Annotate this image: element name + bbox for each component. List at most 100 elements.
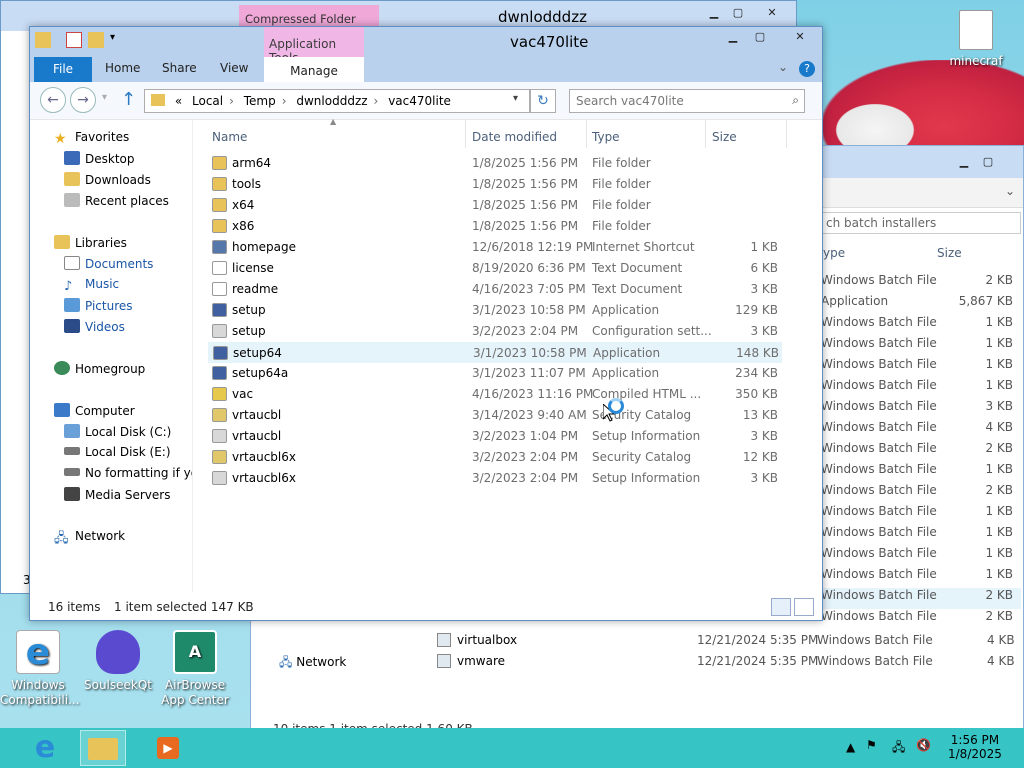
- column-divider[interactable]: [465, 120, 466, 148]
- list-item[interactable]: Windows Batch File 1 KB: [821, 546, 1021, 567]
- new-folder-icon[interactable]: [88, 32, 104, 48]
- file-row[interactable]: tools 1/8/2025 1:56 PM File folder: [208, 174, 782, 195]
- tab-view[interactable]: View: [220, 61, 248, 75]
- search-input[interactable]: ch batch installers: [821, 212, 1021, 234]
- column-header-date[interactable]: Date modified: [472, 130, 557, 144]
- nav-pictures[interactable]: Pictures: [64, 298, 133, 318]
- file-row[interactable]: license 8/19/2020 6:36 PM Text Document 6 K…: [208, 258, 782, 279]
- nav-network[interactable]: 🖧 Network: [279, 653, 346, 674]
- list-item[interactable]: Windows Batch File 1 KB: [821, 462, 1021, 483]
- tab-file[interactable]: File: [34, 57, 92, 82]
- nav-downloads[interactable]: Downloads: [64, 172, 151, 192]
- nav-disk-c[interactable]: Local Disk (C:): [64, 424, 171, 444]
- details-view-button[interactable]: [771, 598, 791, 616]
- minimize-button[interactable]: ▁: [720, 29, 746, 47]
- column-header-size[interactable]: Size: [712, 130, 737, 144]
- list-item[interactable]: Windows Batch File 1 KB: [821, 336, 1021, 357]
- list-item[interactable]: Windows Batch File 2 KB: [821, 609, 1021, 630]
- file-row[interactable]: vrtaucbl6x 3/2/2023 2:04 PM Setup Informat…: [208, 468, 782, 489]
- file-row[interactable]: vrtaucbl6x 3/2/2023 2:04 PM Security Catal…: [208, 447, 782, 468]
- desktop-icon-windows-compat[interactable]: e Windows Compatibili...: [0, 630, 79, 708]
- column-header-size[interactable]: Size: [937, 246, 962, 260]
- nav-videos[interactable]: Videos: [64, 319, 125, 339]
- column-header-type[interactable]: ype: [823, 246, 845, 260]
- show-hidden-icons-icon[interactable]: ▲: [846, 740, 855, 754]
- main-explorer-window[interactable]: ▾ Application Tools vac470lite ▁ ▢ ✕ Fil…: [29, 26, 823, 621]
- column-divider[interactable]: [786, 120, 787, 148]
- nav-documents[interactable]: Documents: [64, 256, 153, 276]
- breadcrumb-local[interactable]: Local: [192, 94, 223, 108]
- tab-share[interactable]: Share: [162, 61, 197, 75]
- desktop-icon-airbrowse[interactable]: A AirBrowse App Center: [157, 630, 233, 708]
- recent-locations-icon[interactable]: ▾: [102, 92, 107, 103]
- large-icons-view-button[interactable]: [794, 598, 814, 616]
- nav-computer[interactable]: Computer: [54, 403, 135, 423]
- column-header-name[interactable]: Name: [212, 130, 247, 144]
- chevron-down-icon[interactable]: ⌄: [778, 60, 788, 74]
- file-row[interactable]: arm64 1/8/2025 1:56 PM File folder: [208, 153, 782, 174]
- file-row[interactable]: x86 1/8/2025 1:56 PM File folder: [208, 216, 782, 237]
- nav-network[interactable]: 🖧 Network: [54, 529, 125, 549]
- nav-music[interactable]: ♪ Music: [64, 277, 119, 297]
- breadcrumb-vac470lite[interactable]: vac470lite: [388, 94, 451, 108]
- help-icon[interactable]: ?: [799, 61, 815, 77]
- desktop-icon-minecraft[interactable]: minecraf: [941, 10, 1011, 69]
- file-row[interactable]: setup 3/2/2023 2:04 PM Configuration sett.…: [208, 321, 782, 342]
- forward-button[interactable]: →: [70, 87, 96, 113]
- nav-libraries[interactable]: Libraries: [54, 235, 127, 255]
- ie-icon[interactable]: e: [22, 730, 68, 766]
- close-button[interactable]: ✕: [782, 29, 818, 47]
- nav-no-formatting[interactable]: No formatting if you: [64, 466, 192, 486]
- chevron-down-icon[interactable]: ▾: [110, 32, 126, 48]
- file-row[interactable]: vrtaucbl 3/2/2023 1:04 PM Setup Informatio…: [208, 426, 782, 447]
- chevron-down-icon[interactable]: ▾: [513, 93, 518, 104]
- nav-homegroup[interactable]: Homegroup: [54, 361, 145, 381]
- file-row[interactable]: x64 1/8/2025 1:56 PM File folder: [208, 195, 782, 216]
- refresh-button[interactable]: ↻: [530, 89, 556, 113]
- application-tools-tab[interactable]: Application Tools: [264, 27, 364, 65]
- file-explorer-taskbar-button[interactable]: [80, 730, 126, 766]
- maximize-button[interactable]: ▢: [975, 154, 1001, 172]
- chevron-down-icon[interactable]: ⌄: [1005, 184, 1015, 198]
- column-header-type[interactable]: Type: [592, 130, 620, 144]
- nav-disk-e[interactable]: Local Disk (E:): [64, 445, 171, 465]
- file-row[interactable]: virtualbox 12/21/2024 5:35 PM Windows Batc…: [437, 631, 1017, 651]
- list-item[interactable]: Windows Batch File 1 KB: [821, 504, 1021, 525]
- nav-favorites[interactable]: ★ Favorites: [54, 130, 129, 150]
- maximize-button[interactable]: ▢: [747, 29, 773, 47]
- minimize-button[interactable]: ▁: [951, 154, 977, 172]
- address-overflow[interactable]: «: [175, 94, 182, 108]
- search-input[interactable]: Search vac470lite ⌕: [569, 89, 805, 113]
- list-item[interactable]: Windows Batch File 2 KB: [821, 483, 1021, 504]
- minimize-button[interactable]: ▁: [701, 5, 727, 23]
- up-arrow-icon[interactable]: ↑: [121, 89, 136, 110]
- list-item[interactable]: Windows Batch File 1 KB: [821, 357, 1021, 378]
- file-row[interactable]: homepage 12/6/2018 12:19 PM Internet Short…: [208, 237, 782, 258]
- clock[interactable]: 1:56 PM 1/8/2025: [948, 733, 1002, 761]
- breadcrumb-temp[interactable]: Temp: [244, 94, 276, 108]
- list-item[interactable]: Windows Batch File 3 KB: [821, 399, 1021, 420]
- desktop-icon-soulseek[interactable]: SoulseekQt: [80, 630, 156, 693]
- nav-media-servers[interactable]: Media Servers: [64, 487, 170, 507]
- list-item[interactable]: Windows Batch File 2 KB: [821, 588, 1021, 609]
- network-tray-icon[interactable]: 🖧: [892, 738, 905, 759]
- nav-recent-places[interactable]: Recent places: [64, 193, 169, 213]
- list-item[interactable]: Windows Batch File 2 KB: [821, 441, 1021, 462]
- action-center-flag-icon[interactable]: ⚑: [866, 738, 877, 752]
- tab-manage[interactable]: Manage: [264, 57, 364, 82]
- column-divider[interactable]: [586, 120, 587, 148]
- file-row[interactable]: readme 4/16/2023 7:05 PM Text Document 3 KB: [208, 279, 782, 300]
- list-item[interactable]: Application 5,867 KB: [821, 294, 1021, 315]
- maximize-button[interactable]: ▢: [725, 5, 751, 23]
- nav-desktop[interactable]: Desktop: [64, 151, 135, 171]
- list-item[interactable]: Windows Batch File 1 KB: [821, 315, 1021, 336]
- properties-icon[interactable]: [66, 32, 82, 48]
- list-item[interactable]: Windows Batch File 1 KB: [821, 525, 1021, 546]
- column-divider[interactable]: [705, 120, 706, 148]
- list-item[interactable]: Windows Batch File 1 KB: [821, 567, 1021, 588]
- list-item[interactable]: Windows Batch File 2 KB: [821, 273, 1021, 294]
- list-item[interactable]: Windows Batch File 1 KB: [821, 378, 1021, 399]
- address-input[interactable]: « Local › Temp › dwnlodddzz › vac470lite ▾: [144, 89, 530, 113]
- volume-muted-icon[interactable]: 🔇: [916, 738, 931, 752]
- list-item[interactable]: Windows Batch File 4 KB: [821, 420, 1021, 441]
